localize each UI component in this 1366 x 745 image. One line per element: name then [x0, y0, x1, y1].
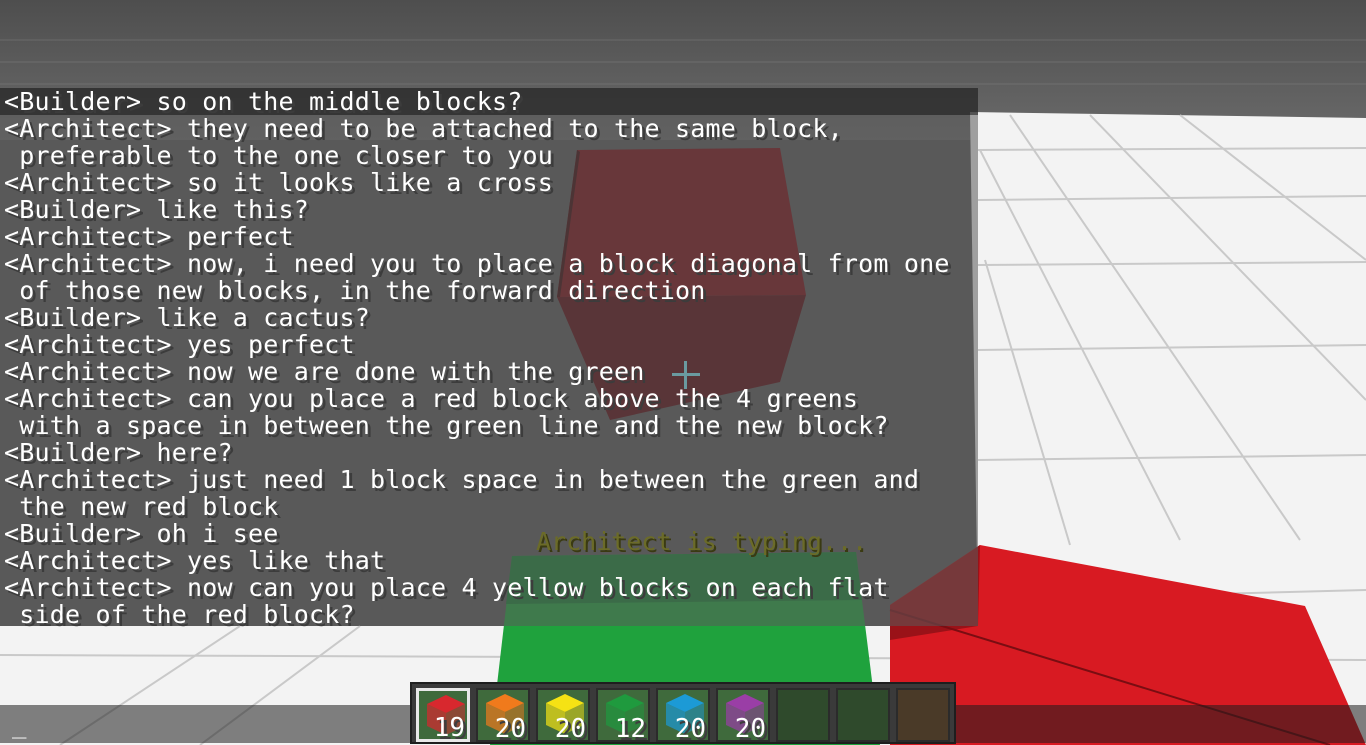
hotbar-slot-9[interactable]: [896, 688, 950, 742]
hotbar-slot-7[interactable]: [776, 688, 830, 742]
item-count: 20: [554, 714, 586, 742]
hotbar-slot-4[interactable]: 12: [596, 688, 650, 742]
item-count: 20: [674, 714, 706, 742]
chat-line: <Architect> now can you place 4 yellow b…: [4, 574, 889, 601]
chat-input-cursor: _: [12, 711, 27, 739]
item-count: 12: [614, 714, 646, 742]
chat-line: with a space in between the green line a…: [4, 412, 889, 439]
chat-line: <Architect> they need to be attached to …: [4, 115, 843, 142]
hotbar-slot-6[interactable]: 20: [716, 688, 770, 742]
chat-line: <Builder> like a cactus?: [4, 304, 371, 331]
crosshair-icon: [672, 361, 700, 389]
item-count: 19: [433, 713, 465, 742]
chat-line: <Builder> like this?: [4, 196, 310, 223]
chat-line: <Architect> can you place a red block ab…: [4, 385, 859, 412]
chat-line: the new red block: [4, 493, 279, 520]
chat-line: <Architect> so it looks like a cross: [4, 169, 554, 196]
item-count: 20: [734, 714, 766, 742]
chat-line: <Builder> here?: [4, 439, 233, 466]
chat-line: <Architect> yes perfect: [4, 331, 355, 358]
chat-line: <Architect> just need 1 block space in b…: [4, 466, 920, 493]
chat-line: preferable to the one closer to you: [4, 142, 554, 169]
typing-indicator: Architect is typing...: [536, 527, 868, 556]
item-count: 20: [494, 714, 526, 742]
hotbar-slot-3[interactable]: 20: [536, 688, 590, 742]
chat-line: <Architect> now, i need you to place a b…: [4, 250, 950, 277]
chat-line: <Architect> perfect: [4, 223, 294, 250]
hotbar-slot-2[interactable]: 20: [476, 688, 530, 742]
hotbar-slot-1[interactable]: 19: [416, 688, 470, 742]
hotbar[interactable]: 19 20 20 12 20 20: [410, 682, 956, 744]
hotbar-slot-8[interactable]: [836, 688, 890, 742]
chat-line: side of the red block?: [4, 601, 355, 628]
chat-line: of those new blocks, in the forward dire…: [4, 277, 706, 304]
chat-line: <Builder> so on the middle blocks?: [0, 88, 978, 115]
hotbar-slot-5[interactable]: 20: [656, 688, 710, 742]
chat-line: <Architect> now we are done with the gre…: [4, 358, 645, 385]
